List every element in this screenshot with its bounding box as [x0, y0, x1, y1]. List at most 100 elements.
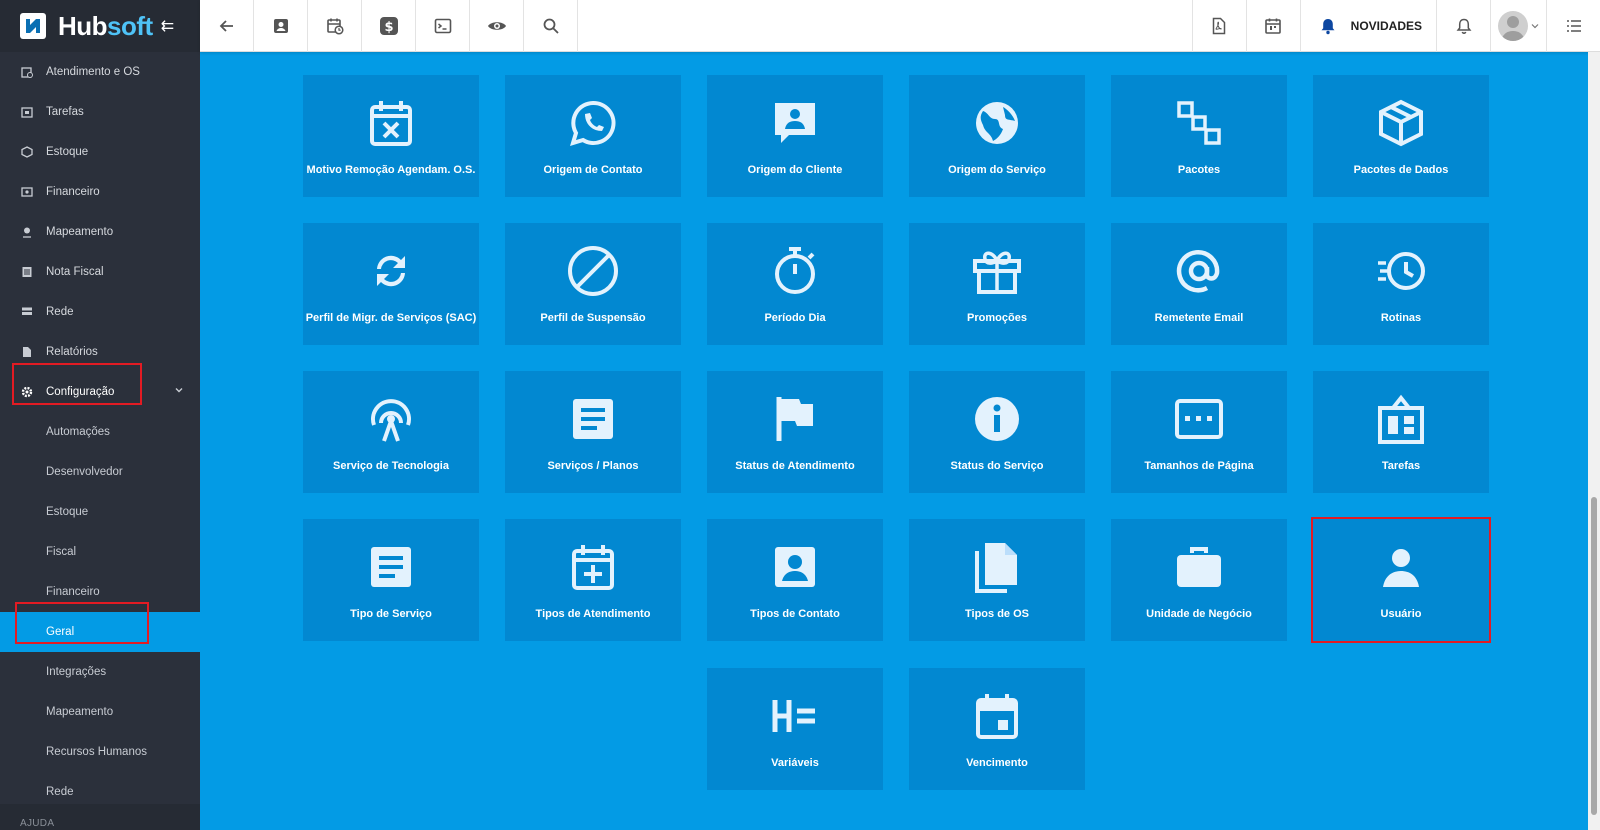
- submenu-integracoes[interactable]: Integrações: [0, 652, 200, 692]
- collapse-sidebar-icon[interactable]: ⇇: [161, 16, 174, 36]
- avatar: [1498, 11, 1528, 41]
- submenu-mapeamento[interactable]: Mapeamento: [0, 692, 200, 732]
- info-icon: [973, 393, 1021, 445]
- sidebar-item-tarefas[interactable]: Tarefas: [0, 92, 200, 132]
- finance-button[interactable]: $: [362, 0, 416, 52]
- terminal-button[interactable]: [416, 0, 470, 52]
- whatsapp-icon: [569, 97, 617, 149]
- calendar-clock-icon: [20, 65, 34, 79]
- tile-pacotes-dados[interactable]: Pacotes de Dados: [1313, 75, 1489, 197]
- stopwatch-icon: [771, 245, 819, 297]
- topbar: $ NOVIDADES: [200, 0, 1600, 52]
- globe-icon: [973, 97, 1021, 149]
- submenu-desenvolvedor[interactable]: Desenvolvedor: [0, 452, 200, 492]
- tile-status-atendimento[interactable]: Status de Atendimento: [707, 371, 883, 493]
- dollar-icon: $: [379, 17, 398, 35]
- tile-servico-tecnologia[interactable]: Serviço de Tecnologia: [303, 371, 479, 493]
- tile-perfil-suspensao[interactable]: Perfil de Suspensão: [505, 223, 681, 345]
- calendar-building-button[interactable]: [1245, 0, 1300, 52]
- submenu-financeiro[interactable]: Financeiro: [0, 572, 200, 612]
- sidebar-item-mapeamento[interactable]: Mapeamento: [0, 212, 200, 252]
- tile-tipos-contato[interactable]: Tipos de Contato: [707, 519, 883, 641]
- tile-servicos-planos[interactable]: Serviços / Planos: [505, 371, 681, 493]
- dashboard-box-icon: [1378, 393, 1424, 445]
- sidebar-item-estoque[interactable]: Estoque: [0, 132, 200, 172]
- section-label-ajuda: AJUDA: [20, 818, 55, 829]
- box-icon: [1377, 97, 1425, 149]
- cube-icon: [20, 145, 34, 159]
- tile-tipo-servico[interactable]: Tipo de Serviço: [303, 519, 479, 641]
- sidebar-item-configuracao[interactable]: Configuração: [0, 372, 200, 412]
- history-icon: [1376, 245, 1426, 297]
- squares-icon: [1175, 97, 1223, 149]
- map-pin-icon: [20, 225, 34, 239]
- back-button[interactable]: [200, 0, 254, 52]
- tile-rotinas[interactable]: Rotinas: [1313, 223, 1489, 345]
- calendar-day-icon: [974, 690, 1020, 742]
- sidebar-item-nota-fiscal[interactable]: Nota Fiscal: [0, 252, 200, 292]
- submenu-estoque[interactable]: Estoque: [0, 492, 200, 532]
- variable-icon: [771, 690, 819, 742]
- calendar-plus-icon: [570, 541, 616, 593]
- tile-origem-contato[interactable]: Origem de Contato: [505, 75, 681, 197]
- sidebar-item-rede[interactable]: Rede: [0, 292, 200, 332]
- money-icon: [20, 185, 34, 199]
- view-button[interactable]: [470, 0, 524, 52]
- tile-promocoes[interactable]: Promoções: [909, 223, 1085, 345]
- bell-news-icon: [1321, 19, 1335, 35]
- bell-icon: [1456, 18, 1471, 34]
- tile-origem-servico[interactable]: Origem do Serviço: [909, 75, 1085, 197]
- menu-list-button[interactable]: [1546, 0, 1600, 52]
- scrollbar-thumb[interactable]: [1591, 497, 1597, 815]
- back-arrow-icon: [219, 20, 233, 32]
- pdf-button[interactable]: [1191, 0, 1246, 52]
- tile-pacotes[interactable]: Pacotes: [1111, 75, 1287, 197]
- tile-tamanhos-pagina[interactable]: Tamanhos de Página: [1111, 371, 1287, 493]
- gear-icon: [20, 385, 34, 399]
- flag-icon: [775, 393, 815, 445]
- tile-vencimento[interactable]: Vencimento: [909, 668, 1085, 790]
- tile-usuario[interactable]: Usuário: [1311, 517, 1491, 643]
- search-button[interactable]: [524, 0, 578, 52]
- sidebar-item-atendimento[interactable]: Atendimento e OS: [0, 52, 200, 92]
- tile-perfil-migracao[interactable]: Perfil de Migr. de Serviços (SAC): [303, 223, 479, 345]
- topbar-right: NOVIDADES: [1191, 0, 1600, 52]
- tile-tarefas[interactable]: Tarefas: [1313, 371, 1489, 493]
- contacts-button[interactable]: [254, 0, 308, 52]
- tile-variaveis[interactable]: Variáveis: [707, 668, 883, 790]
- antenna-icon: [366, 393, 416, 445]
- block-icon: [567, 245, 619, 297]
- submenu-recursos-humanos[interactable]: Recursos Humanos: [0, 732, 200, 772]
- notifications-button[interactable]: [1436, 0, 1490, 52]
- logo-bar: Hubsoft ⇇: [0, 0, 200, 52]
- tile-motivo-remocao[interactable]: Motivo Remoção Agendam. O.S.: [303, 75, 479, 197]
- schedule-button[interactable]: [308, 0, 362, 52]
- user-icon: [1381, 541, 1421, 593]
- sidebar-item-financeiro[interactable]: Financeiro: [0, 172, 200, 212]
- submenu-automacoes[interactable]: Automações: [0, 412, 200, 452]
- tile-remetente-email[interactable]: Remetente Email: [1111, 223, 1287, 345]
- sidebar-item-relatorios[interactable]: Relatórios: [0, 332, 200, 372]
- logo-icon: [20, 13, 46, 39]
- article-icon: [571, 393, 615, 445]
- search-icon: [543, 18, 559, 34]
- terminal-icon: [434, 18, 451, 34]
- chevron-down-icon: [174, 385, 184, 398]
- tile-origem-cliente[interactable]: Origem do Cliente: [707, 75, 883, 197]
- files-icon: [974, 541, 1020, 593]
- tile-unidade-negocio[interactable]: Unidade de Negócio: [1111, 519, 1287, 641]
- user-menu[interactable]: [1490, 0, 1546, 52]
- novidades-button[interactable]: NOVIDADES: [1299, 0, 1436, 52]
- briefcase-icon: [1175, 541, 1223, 593]
- document-icon: [20, 265, 34, 279]
- tile-tipos-os[interactable]: Tipos de OS: [909, 519, 1085, 641]
- submenu-fiscal[interactable]: Fiscal: [0, 532, 200, 572]
- tile-status-servico[interactable]: Status do Serviço: [909, 371, 1085, 493]
- article-icon: [369, 541, 413, 593]
- main-scrollbar[interactable]: [1588, 52, 1600, 830]
- brand-logo[interactable]: Hubsoft: [58, 11, 153, 42]
- tile-periodo-dia[interactable]: Período Dia: [707, 223, 883, 345]
- eye-icon: [487, 22, 506, 30]
- submenu-geral[interactable]: Geral: [0, 612, 200, 652]
- tile-tipos-atendimento[interactable]: Tipos de Atendimento: [505, 519, 681, 641]
